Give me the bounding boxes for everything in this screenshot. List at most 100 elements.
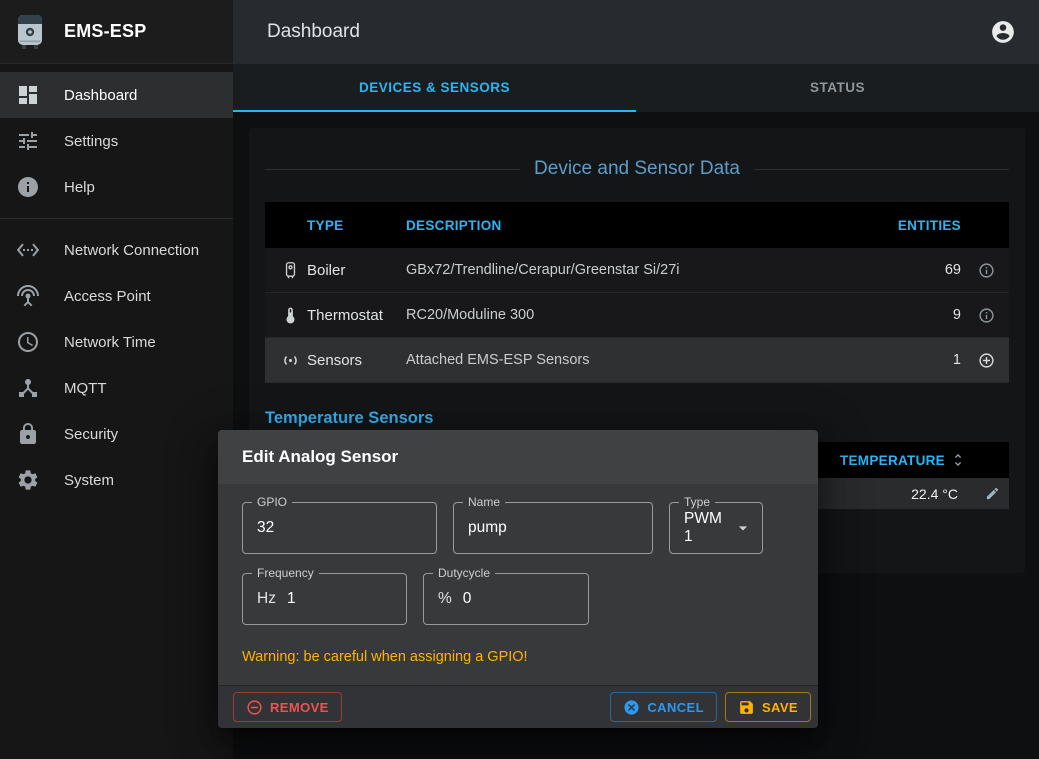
type-select[interactable]: Type PWM 1: [669, 502, 763, 554]
gpio-field[interactable]: GPIO 32: [242, 502, 437, 554]
frequency-field-label: Frequency: [252, 566, 319, 580]
table-row-thermostat[interactable]: Thermostat RC20/Moduline 300 9: [265, 293, 1009, 338]
sidebar-item-access-point[interactable]: Access Point: [0, 273, 233, 319]
dialog-footer: REMOVE CANCEL SAVE: [218, 685, 818, 728]
clock-icon: [16, 330, 40, 354]
device-entities: 9: [873, 307, 963, 323]
dialog-field-row: Frequency Hz 1 Dutycycle % 0: [242, 573, 794, 625]
save-button[interactable]: SAVE: [725, 692, 811, 722]
cancel-circle-icon: [623, 699, 640, 716]
device-table-header: TYPE DESCRIPTION ENTITIES: [265, 202, 1009, 248]
device-entities: 69: [873, 262, 963, 278]
gear-icon: [16, 468, 40, 492]
save-icon: [738, 699, 755, 716]
info-icon[interactable]: [963, 262, 1009, 279]
info-icon[interactable]: [963, 307, 1009, 324]
col-entities[interactable]: ENTITIES: [873, 218, 963, 233]
temperature-sensors-title: Temperature Sensors: [265, 409, 1009, 428]
sidebar-item-label: MQTT: [64, 380, 107, 397]
name-field-label: Name: [463, 495, 505, 509]
name-field-value: pump: [468, 519, 507, 537]
edit-analog-sensor-dialog: Edit Analog Sensor GPIO 32 Name pump Typ…: [218, 430, 818, 728]
antenna-icon: [16, 284, 40, 308]
device-description: GBx72/Trendline/Cerapur/Greenstar Si/27i: [406, 262, 873, 278]
dashboard-icon: [16, 83, 40, 107]
sort-icon[interactable]: [950, 452, 966, 468]
sidebar-item-help[interactable]: Help: [0, 164, 233, 210]
sidebar-item-network-connection[interactable]: Network Connection: [0, 227, 233, 273]
dutycycle-field[interactable]: Dutycycle % 0: [423, 573, 589, 625]
sidebar-divider: [0, 218, 233, 219]
dialog-body: GPIO 32 Name pump Type PWM 1 Frequency H…: [218, 484, 818, 685]
app-logo-boiler-icon: [16, 14, 44, 50]
device-table: TYPE DESCRIPTION ENTITIES Boiler GBx72/T…: [265, 202, 1009, 383]
cancel-button-label: CANCEL: [647, 700, 704, 715]
dutycycle-field-label: Dutycycle: [433, 566, 495, 580]
section-title: Device and Sensor Data: [534, 158, 740, 180]
thermostat-icon: [265, 306, 307, 325]
sidebar-item-label: Settings: [64, 133, 118, 150]
gpio-field-value: 32: [257, 519, 274, 537]
sidebar-header: EMS-ESP: [0, 0, 233, 64]
dutycycle-field-value: 0: [463, 590, 472, 608]
sidebar-item-system[interactable]: System: [0, 457, 233, 503]
add-circle-icon[interactable]: [963, 352, 1009, 369]
device-entities: 1: [873, 352, 963, 368]
section-divider: Device and Sensor Data: [265, 158, 1009, 180]
dialog-title: Edit Analog Sensor: [242, 447, 398, 466]
save-button-label: SAVE: [762, 700, 798, 715]
tab-bar: DEVICES & SENSORS STATUS: [233, 64, 1039, 112]
sidebar-item-security[interactable]: Security: [0, 411, 233, 457]
gpio-field-label: GPIO: [252, 495, 292, 509]
edit-icon[interactable]: [985, 486, 1000, 501]
sidebar-nav: Dashboard Settings Help Network Connecti…: [0, 64, 233, 503]
boiler-icon: [265, 261, 307, 280]
dutycycle-unit: %: [438, 590, 452, 608]
app-title: EMS-ESP: [64, 21, 146, 42]
device-hub-icon: [16, 376, 40, 400]
remove-button[interactable]: REMOVE: [233, 692, 342, 722]
divider-line: [265, 169, 520, 170]
temperature-value: 22.4 °C: [911, 486, 958, 502]
device-type: Boiler: [307, 262, 406, 279]
col-temperature[interactable]: TEMPERATURE: [840, 453, 945, 468]
dialog-field-row: GPIO 32 Name pump Type PWM 1: [242, 502, 794, 554]
sidebar-item-label: Help: [64, 179, 95, 196]
account-circle-icon: [990, 19, 1016, 45]
type-select-label: Type: [679, 495, 715, 509]
ethernet-icon: [16, 238, 40, 262]
sidebar: EMS-ESP Dashboard Settings Help Network …: [0, 0, 233, 759]
divider-line: [754, 169, 1009, 170]
device-type: Thermostat: [307, 307, 406, 324]
frequency-unit: Hz: [257, 590, 276, 608]
tab-devices-sensors[interactable]: DEVICES & SENSORS: [233, 64, 636, 112]
sidebar-item-settings[interactable]: Settings: [0, 118, 233, 164]
info-icon: [16, 175, 40, 199]
name-field[interactable]: Name pump: [453, 502, 653, 554]
top-app-bar: Dashboard: [233, 0, 1039, 64]
tab-status[interactable]: STATUS: [636, 64, 1039, 112]
page-title: Dashboard: [267, 21, 983, 43]
col-description[interactable]: DESCRIPTION: [406, 218, 873, 233]
sidebar-item-label: System: [64, 472, 114, 489]
frequency-field-value: 1: [287, 590, 296, 608]
device-type: Sensors: [307, 352, 406, 369]
sidebar-item-mqtt[interactable]: MQTT: [0, 365, 233, 411]
col-type[interactable]: TYPE: [307, 218, 406, 233]
lock-icon: [16, 422, 40, 446]
sidebar-item-label: Dashboard: [64, 87, 137, 104]
sidebar-item-label: Network Connection: [64, 242, 199, 259]
sidebar-item-network-time[interactable]: Network Time: [0, 319, 233, 365]
sidebar-item-dashboard[interactable]: Dashboard: [0, 72, 233, 118]
gpio-warning-text: Warning: be careful when assigning a GPI…: [242, 649, 794, 665]
remove-button-label: REMOVE: [270, 700, 329, 715]
cancel-button[interactable]: CANCEL: [610, 692, 717, 722]
chevron-down-icon: [733, 518, 753, 538]
device-description: Attached EMS-ESP Sensors: [406, 352, 873, 368]
sidebar-item-label: Security: [64, 426, 118, 443]
table-row-sensors[interactable]: Sensors Attached EMS-ESP Sensors 1: [265, 338, 1009, 383]
dialog-header: Edit Analog Sensor: [218, 430, 818, 484]
table-row-boiler[interactable]: Boiler GBx72/Trendline/Cerapur/Greenstar…: [265, 248, 1009, 293]
frequency-field[interactable]: Frequency Hz 1: [242, 573, 407, 625]
account-button[interactable]: [983, 12, 1023, 52]
